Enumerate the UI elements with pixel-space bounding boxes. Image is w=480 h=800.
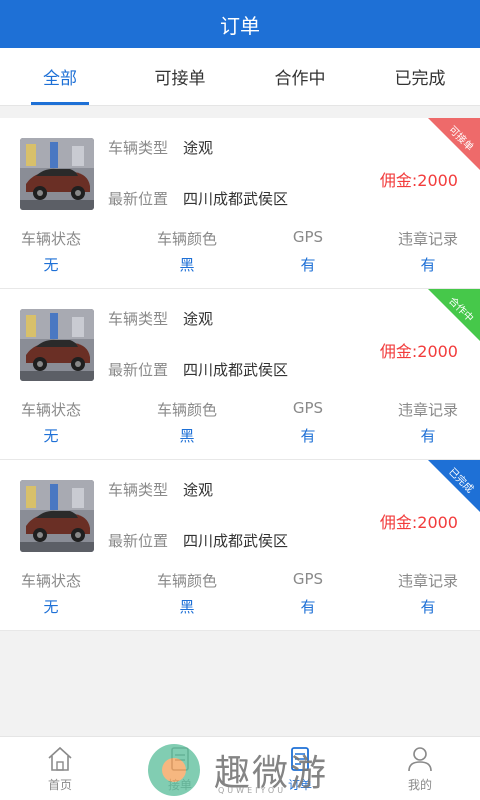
car-thumbnail — [20, 309, 94, 381]
car-thumbnail — [20, 480, 94, 552]
nav-profile[interactable]: 我的 — [360, 737, 480, 800]
status-badge: 已完成 — [428, 460, 480, 512]
stat-vehicle-status: 车辆状态 无 — [20, 230, 81, 274]
location-label: 最新位置 — [108, 532, 169, 550]
car-thumbnail — [20, 138, 94, 210]
app-header: 订单 — [0, 0, 480, 48]
profile-icon — [408, 747, 432, 772]
vehicle-type-label: 车辆类型 — [108, 139, 169, 157]
tab-in-cooperation[interactable]: 合作中 — [240, 48, 360, 105]
vehicle-stats: 车辆状态 无 车辆颜色 黑 GPS 有 违章记录 有 — [0, 570, 480, 618]
nav-accept-order[interactable]: 接单 — [120, 737, 240, 800]
status-badge: 可接单 — [428, 118, 480, 170]
order-card[interactable]: 车辆类型 途观 最新位置 四川成都武侯区 佣金:2000 可接单 车辆状态 无 … — [0, 118, 480, 289]
stat-vehicle-status: 车辆状态 无 — [20, 401, 81, 445]
tab-completed[interactable]: 已完成 — [360, 48, 480, 105]
vehicle-stats: 车辆状态 无 车辆颜色 黑 GPS 有 违章记录 有 — [0, 228, 480, 276]
page-title: 订单 — [220, 13, 260, 38]
order-card[interactable]: 车辆类型 途观 最新位置 四川成都武侯区 佣金:2000 已完成 车辆状态 无 … — [0, 460, 480, 631]
stat-gps: GPS 有 — [292, 228, 324, 274]
tab-available[interactable]: 可接单 — [120, 48, 240, 105]
commission-amount: 佣金:2000 — [379, 171, 458, 190]
stat-gps: GPS 有 — [292, 570, 324, 616]
location-value: 四川成都武侯区 — [183, 361, 289, 379]
commission-amount: 佣金:2000 — [379, 342, 458, 361]
location-value: 四川成都武侯区 — [183, 532, 289, 550]
order-accept-icon — [171, 747, 189, 771]
order-filter-tabs: 全部 可接单 合作中 已完成 — [0, 48, 480, 106]
vehicle-type-value: 途观 — [183, 481, 214, 499]
nav-home[interactable]: 首页 — [0, 737, 120, 800]
order-list-icon — [291, 747, 309, 771]
status-badge: 合作中 — [428, 289, 480, 341]
stat-vehicle-color: 车辆颜色 黑 — [156, 230, 217, 274]
stat-vehicle-color: 车辆颜色 黑 — [156, 401, 217, 445]
vehicle-type-label: 车辆类型 — [108, 310, 169, 328]
order-list: 车辆类型 途观 最新位置 四川成都武侯区 佣金:2000 可接单 车辆状态 无 … — [0, 118, 480, 631]
commission-amount: 佣金:2000 — [379, 513, 458, 532]
location-value: 四川成都武侯区 — [183, 190, 289, 208]
vehicle-stats: 车辆状态 无 车辆颜色 黑 GPS 有 违章记录 有 — [0, 399, 480, 447]
stat-violation-record: 违章记录 有 — [397, 572, 458, 616]
stat-violation-record: 违章记录 有 — [397, 401, 458, 445]
location-label: 最新位置 — [108, 361, 169, 379]
nav-orders[interactable]: 订单 — [240, 737, 360, 800]
stat-vehicle-status: 车辆状态 无 — [20, 572, 81, 616]
bottom-nav: 首页 接单 订单 我的 — [0, 736, 480, 800]
stat-gps: GPS 有 — [292, 399, 324, 445]
location-label: 最新位置 — [108, 190, 169, 208]
tab-all[interactable]: 全部 — [0, 48, 120, 105]
vehicle-type-label: 车辆类型 — [108, 481, 169, 499]
vehicle-type-value: 途观 — [183, 139, 214, 157]
home-icon — [48, 746, 72, 771]
stat-vehicle-color: 车辆颜色 黑 — [156, 572, 217, 616]
order-card[interactable]: 车辆类型 途观 最新位置 四川成都武侯区 佣金:2000 合作中 车辆状态 无 … — [0, 289, 480, 460]
vehicle-type-value: 途观 — [183, 310, 214, 328]
stat-violation-record: 违章记录 有 — [397, 230, 458, 274]
